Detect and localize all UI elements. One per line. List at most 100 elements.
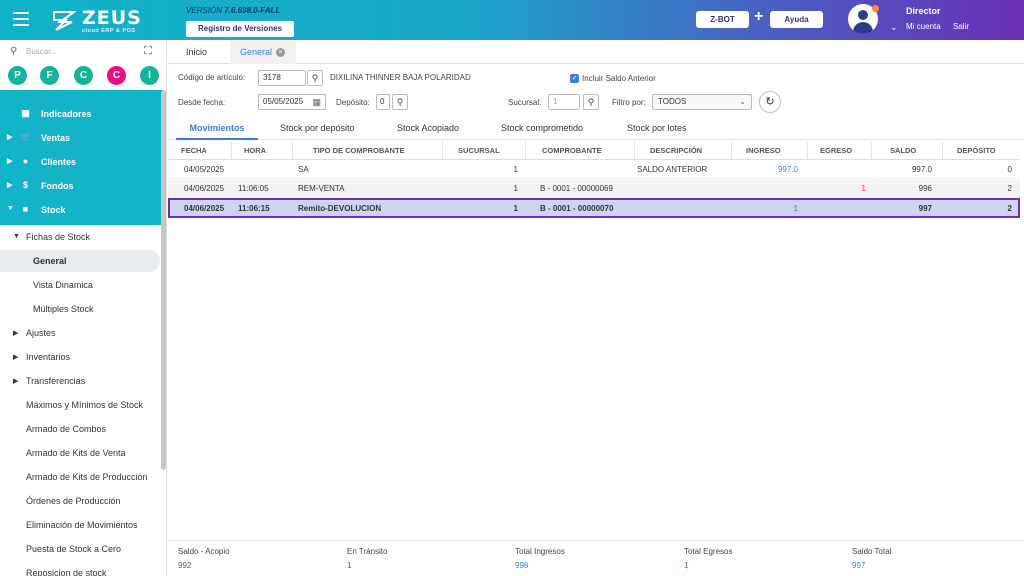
sidebar-item-ordenes-produccion[interactable]: Órdenes de Producción — [0, 490, 160, 512]
tab-stock-acopiado[interactable]: Stock Acopiado — [397, 118, 459, 140]
favorite-f[interactable]: F — [40, 66, 59, 85]
col-tipo[interactable]: TIPO DE COMPROBANTE — [293, 142, 443, 160]
sidebar-item-ajustes[interactable]: ▶ Ajustes — [0, 322, 160, 344]
cell-fecha: 04/06/2025 — [184, 204, 225, 213]
zeus-logo-icon — [53, 11, 76, 31]
version-log-button[interactable]: Registro de Versiones — [186, 21, 294, 37]
search-article-button[interactable]: ⚲ — [307, 70, 323, 86]
table-row-selected[interactable]: 04/06/2025 11:06:15 Remito-DEVOLUCION 1 … — [168, 198, 1020, 218]
total-out-label: Total Egresos — [684, 547, 733, 556]
sidebar-item-fichas-de-stock[interactable]: ▼ Fichas de Stock — [0, 226, 160, 248]
article-code-input[interactable]: 3178 — [258, 70, 306, 86]
refresh-icon: ↻ — [765, 96, 775, 108]
cell-sucursal: 1 — [513, 165, 518, 174]
chevron-down-icon[interactable]: ⌄ — [890, 22, 898, 33]
total-in-value: 998 — [515, 561, 529, 570]
sidebar-item-clientes[interactable]: ▶ ● Clientes — [0, 150, 164, 174]
search-deposit-button[interactable]: ⚲ — [392, 94, 408, 110]
article-description: DIXILINA THINNER BAJA POLARIDAD — [330, 73, 471, 82]
sidebar-item-transferencias[interactable]: ▶ Transferencias — [0, 370, 160, 392]
total-balance-value: 997 — [852, 561, 866, 570]
sidebar-item-multiples-stock[interactable]: Múltiples Stock — [0, 298, 160, 320]
plus-icon: + — [754, 8, 764, 25]
favorite-p[interactable]: P — [8, 66, 27, 85]
tab-movimientos[interactable]: Movimientos — [176, 118, 258, 140]
table-row[interactable]: 04/06/2025 11:06:05 REM-VENTA 1 B - 0001… — [168, 180, 1020, 198]
col-comprobante[interactable]: COMPROBANTE — [526, 142, 635, 160]
chevron-right-icon: ▶ — [7, 158, 13, 165]
search-branch-button[interactable]: ⚲ — [583, 94, 599, 110]
table-row[interactable]: 04/05/2025 SA 1 SALDO ANTERIOR 997.0 997… — [168, 161, 1020, 179]
sidebar-item-indicadores[interactable]: ▦ Indicadores — [0, 102, 164, 126]
include-balance-checkbox[interactable]: ✓ — [570, 74, 579, 83]
total-in-label: Total Ingresos — [515, 547, 565, 556]
hamburger-menu-icon[interactable] — [13, 12, 29, 26]
col-sucursal[interactable]: SUCURSAL — [443, 142, 526, 160]
chevron-down-icon: ▼ — [7, 205, 14, 212]
col-deposito[interactable]: DEPÓSITO — [943, 142, 1020, 160]
logo-text: ZEUS — [82, 7, 142, 29]
col-egreso[interactable]: EGRESO — [808, 142, 872, 160]
from-date-input[interactable]: 05/05/2025 ▦ — [258, 94, 326, 110]
sidebar-item-vista-dinamica[interactable]: Vista Dinamica — [0, 274, 160, 296]
table-header: FECHA HORA TIPO DE COMPROBANTE SUCURSAL … — [168, 142, 1020, 160]
branch-input[interactable]: 1 — [548, 94, 580, 110]
search-input[interactable]: Buscar... — [26, 47, 57, 56]
main-content: Inicio General × Código de artículo: 3178… — [168, 40, 1024, 576]
page-tabs: Inicio General × — [168, 40, 1024, 64]
tab-stock-comprometido[interactable]: Stock comprometido — [501, 118, 583, 140]
sidebar-scrollbar[interactable] — [161, 90, 166, 470]
sidebar-item-ventas[interactable]: ▶ 🛒 Ventas — [0, 126, 164, 150]
top-header: ZEUS cloud ERP & POS VERSIÓN 7.6.638.0-F… — [0, 0, 1024, 40]
tab-stock-por-lotes[interactable]: Stock por lotes — [627, 118, 687, 140]
tab-general[interactable]: General × — [230, 40, 296, 64]
from-date-label: Desde fecha: — [178, 98, 226, 107]
my-account-link[interactable]: Mi cuenta — [906, 22, 941, 31]
cell-ingreso: 1 — [793, 204, 798, 213]
close-icon[interactable]: × — [276, 48, 286, 58]
sidebar-item-armado-combos[interactable]: Armado de Combos — [0, 418, 160, 440]
sidebar-item-inventarios[interactable]: ▶ Inventarios — [0, 346, 160, 368]
sidebar-item-kits-produccion[interactable]: Armado de Kits de Producción — [0, 466, 160, 488]
help-button[interactable]: Ayuda — [770, 11, 823, 28]
sidebar-item-puesta-stock-cero[interactable]: Puesta de Stock a Cero — [0, 538, 160, 560]
favorite-c-pink[interactable]: C — [107, 66, 126, 85]
people-icon: ● — [22, 156, 29, 166]
cell-hora: 11:06:05 — [238, 184, 269, 193]
col-saldo[interactable]: SALDO — [872, 142, 943, 160]
calendar-icon[interactable]: ▦ — [312, 95, 321, 109]
cell-descripcion: SALDO ANTERIOR — [637, 165, 708, 174]
logout-link[interactable]: Salir — [953, 22, 969, 31]
col-hora[interactable]: HORA — [232, 142, 293, 160]
cell-saldo: 997.0 — [911, 165, 932, 174]
sidebar-item-reposicion-stock[interactable]: Reposicion de stock — [0, 562, 160, 576]
sidebar-item-eliminacion-movimientos[interactable]: Eliminación de Movimientos — [0, 514, 160, 536]
sidebar-item-fondos[interactable]: ▶ $ Fondos — [0, 174, 164, 198]
cell-sucursal: 1 — [513, 184, 518, 193]
zbot-button[interactable]: Z-BOT — [696, 11, 749, 28]
cell-saldo: 997 — [918, 204, 932, 213]
sidebar-search[interactable]: ⚲ Buscar... ⛶ — [10, 45, 158, 60]
deposit-input[interactable]: 0 — [376, 94, 390, 110]
col-descripcion[interactable]: DESCRIPCIÓN — [635, 142, 732, 160]
filter-select[interactable]: TODOS ⌄ — [652, 94, 752, 110]
refresh-button[interactable]: ↻ — [759, 91, 781, 113]
col-ingreso[interactable]: INGRESO — [732, 142, 808, 160]
cell-egreso — [818, 200, 866, 218]
sidebar-item-stock[interactable]: ▼ ■ Stock — [0, 198, 164, 222]
cell-tipo: REM-VENTA — [298, 184, 345, 193]
favorite-c[interactable]: C — [74, 66, 93, 85]
tab-stock-por-deposito[interactable]: Stock por depósito — [280, 118, 355, 140]
sidebar-item-kits-venta[interactable]: Armado de Kits de Venta — [0, 442, 160, 464]
sidebar-item-general[interactable]: General — [0, 250, 160, 272]
favorite-i[interactable]: I — [140, 66, 159, 85]
version-label: VERSIÓN — [186, 6, 223, 15]
tab-inicio[interactable]: Inicio — [176, 40, 217, 64]
total-out-value: 1 — [684, 561, 689, 570]
dollar-icon: $ — [22, 180, 28, 190]
fullscreen-icon[interactable]: ⛶ — [144, 45, 152, 58]
sidebar-item-maximos-minimos[interactable]: Máximos y Mínimos de Stock — [0, 394, 160, 416]
chevron-down-icon: ▼ — [13, 233, 20, 240]
col-fecha[interactable]: FECHA — [168, 142, 232, 160]
acopio-value: 992 — [178, 561, 192, 570]
